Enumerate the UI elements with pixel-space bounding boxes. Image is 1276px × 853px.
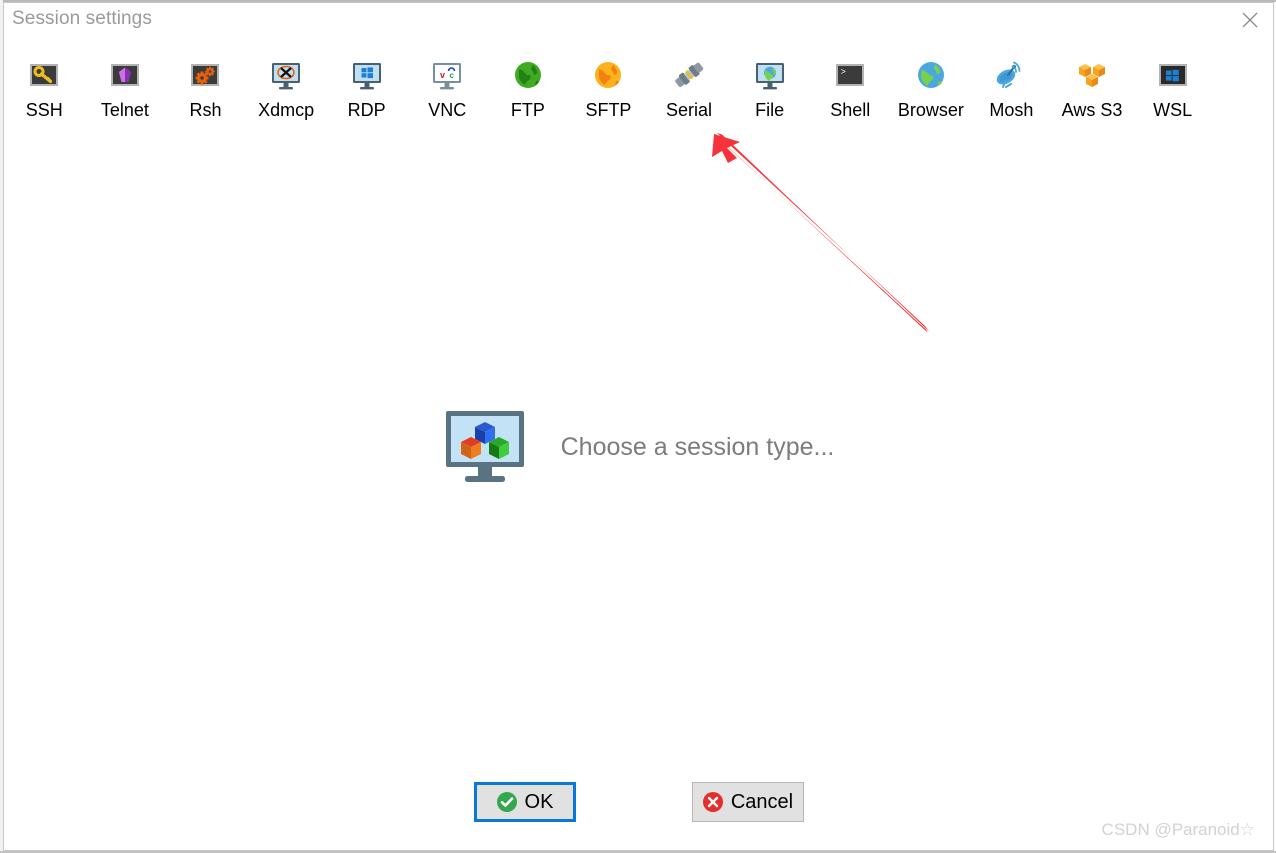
dialog-titlebar: Session settings <box>4 3 1273 39</box>
session-type-label: Xdmcp <box>258 100 315 120</box>
watermark: CSDN @Paranoid☆ <box>1101 820 1255 839</box>
ssh-key-icon <box>26 57 62 93</box>
session-type-label: Rsh <box>189 100 222 120</box>
session-type-label: FTP <box>510 100 545 120</box>
session-type-monitor-icon <box>443 405 527 489</box>
close-icon[interactable] <box>1227 3 1273 37</box>
ok-button[interactable]: OK <box>473 782 576 822</box>
x-circle-icon <box>702 791 724 813</box>
ftp-globe-green-icon <box>510 57 546 93</box>
placeholder-text: Choose a session type... <box>560 432 835 461</box>
session-type-wsl[interactable]: WSL <box>1132 51 1213 120</box>
session-type-serial[interactable]: Serial <box>649 51 730 120</box>
session-type-label: Browser <box>897 100 964 120</box>
session-type-placeholder: Choose a session type... <box>4 405 1273 489</box>
session-type-browser[interactable]: Browser <box>891 51 972 120</box>
rsh-gears-icon <box>187 57 223 93</box>
session-type-label: SFTP <box>585 100 632 120</box>
session-type-label: Telnet <box>100 100 149 120</box>
xdmcp-monitor-icon <box>268 57 304 93</box>
svg-text:c: c <box>450 71 455 80</box>
session-type-label: VNC <box>428 100 467 120</box>
rdp-monitor-icon <box>349 57 385 93</box>
session-type-file[interactable]: File <box>729 51 810 120</box>
session-type-rsh[interactable]: Rsh <box>165 51 246 120</box>
check-circle-icon <box>496 791 518 813</box>
sftp-globe-orange-icon <box>590 57 626 93</box>
session-type-label: File <box>755 100 785 120</box>
svg-text:>: > <box>841 68 846 78</box>
telnet-crystal-icon <box>107 57 143 93</box>
vnc-monitor-icon: v c <box>429 57 465 93</box>
session-type-vnc[interactable]: v c VNC <box>407 51 488 120</box>
session-type-toolbar: SSH Telnet Rsh Xdmcp RDP v c VNC FTP SFT… <box>4 51 1273 120</box>
session-type-label: RDP <box>347 100 386 120</box>
session-type-telnet[interactable]: Telnet <box>85 51 166 120</box>
session-type-xdmcp[interactable]: Xdmcp <box>246 51 327 120</box>
wsl-windows-icon <box>1155 57 1191 93</box>
session-type-sftp[interactable]: SFTP <box>568 51 649 120</box>
session-type-rdp[interactable]: RDP <box>326 51 407 120</box>
session-type-label: Serial <box>666 100 713 120</box>
dialog-button-bar: OK Cancel <box>4 782 1273 822</box>
session-settings-dialog: Session settings SSH Telnet Rsh Xdmcp RD… <box>3 2 1274 851</box>
shell-terminal-icon: > <box>832 57 868 93</box>
session-type-shell[interactable]: > Shell <box>810 51 891 120</box>
session-type-ftp[interactable]: FTP <box>488 51 569 120</box>
mosh-satellite-icon <box>993 57 1029 93</box>
cancel-button-label: Cancel <box>730 790 794 813</box>
session-type-label: Aws S3 <box>1061 100 1123 120</box>
ok-button-label: OK <box>524 790 554 813</box>
dialog-title: Session settings <box>12 8 152 29</box>
session-type-aws-s3[interactable]: Aws S3 <box>1052 51 1133 120</box>
session-type-label: Shell <box>830 100 871 120</box>
serial-plug-icon <box>671 57 707 93</box>
session-type-label: WSL <box>1153 100 1193 120</box>
cancel-button[interactable]: Cancel <box>691 782 804 822</box>
aws-s3-cubes-icon <box>1074 57 1110 93</box>
file-monitor-globe-icon <box>752 57 788 93</box>
svg-text:v: v <box>440 70 445 80</box>
session-type-label: SSH <box>25 100 63 120</box>
browser-globe-icon <box>913 57 949 93</box>
session-type-ssh[interactable]: SSH <box>4 51 85 120</box>
session-type-mosh[interactable]: Mosh <box>971 51 1052 120</box>
session-type-label: Mosh <box>989 100 1034 120</box>
